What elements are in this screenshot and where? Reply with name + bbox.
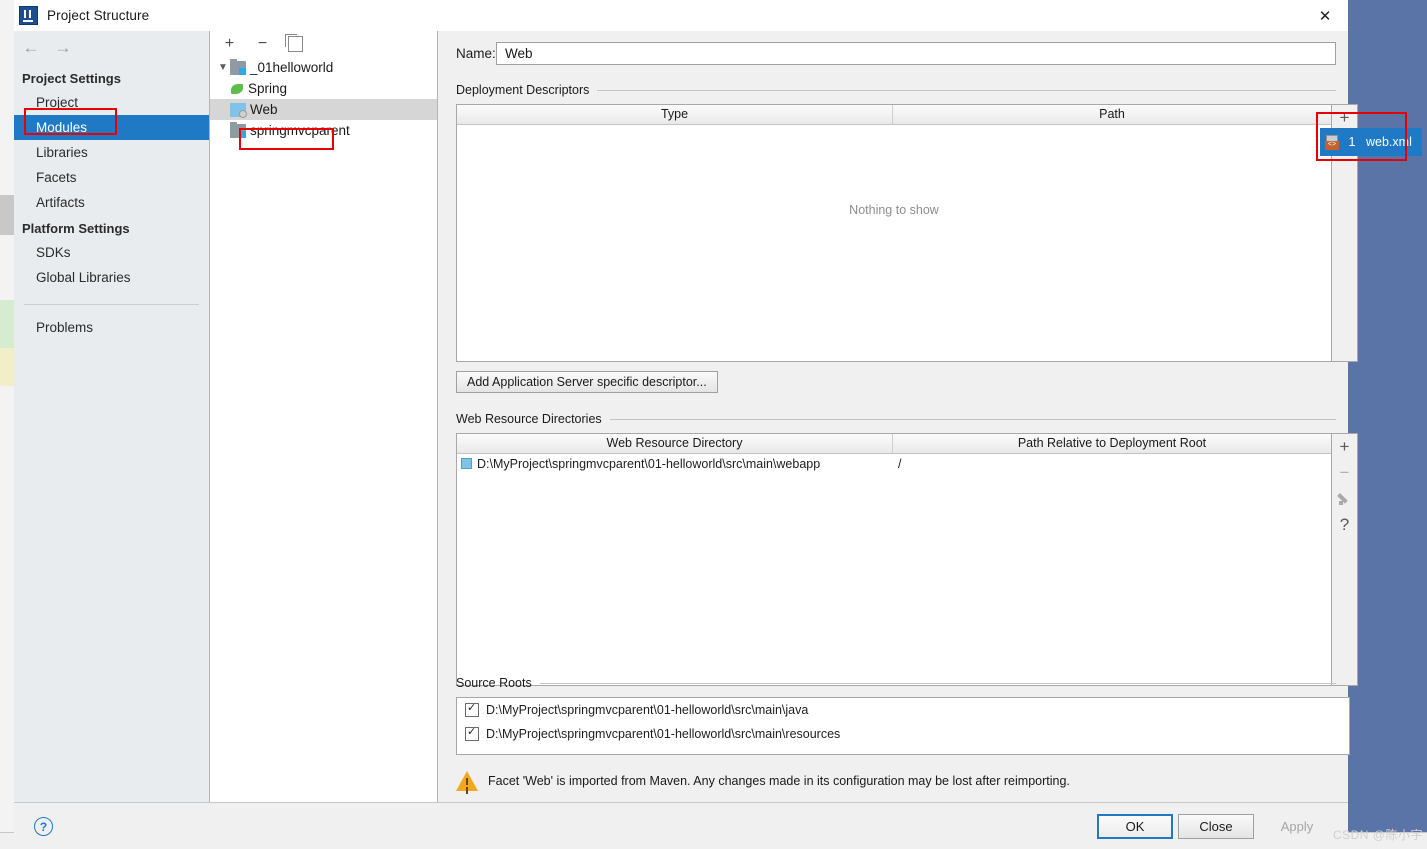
tree-node-01helloworld[interactable]: ▼ _01helloworld (210, 57, 437, 78)
sidebar-item-sdks[interactable]: SDKs (14, 240, 209, 265)
help-web-resource-button[interactable]: ? (1332, 512, 1358, 538)
tree-node-label: Web (250, 102, 278, 117)
name-label: Name: (456, 45, 496, 61)
sidebar-nav-arrows: ← → (14, 31, 209, 65)
checkbox-source-root-java[interactable] (465, 701, 479, 717)
remove-module-button[interactable]: − (255, 36, 270, 52)
section-divider (597, 89, 1336, 91)
column-header-path[interactable]: Path (893, 105, 1331, 124)
facet-web-settings-panel: Name: Web Deployment Descriptors Type Pa… (438, 31, 1358, 802)
chevron-down-icon[interactable]: ▼ (216, 62, 230, 73)
list-item[interactable]: D:\MyProject\springmvcparent\01-hellowor… (457, 722, 1349, 746)
empty-table-message: Nothing to show (849, 203, 939, 217)
forward-arrow-icon[interactable]: → (54, 38, 72, 58)
ide-gutter-marker-green (0, 300, 14, 348)
web-resource-directories-label: Web Resource Directories (456, 412, 602, 426)
pencil-icon (1338, 492, 1352, 506)
tree-node-label: Spring (248, 81, 288, 96)
table-row[interactable]: D:\MyProject\springmvcparent\01-hellowor… (457, 454, 1331, 473)
close-icon[interactable]: ✕ (1302, 0, 1348, 31)
remove-web-resource-button[interactable]: − (1332, 460, 1358, 486)
column-header-path-relative[interactable]: Path Relative to Deployment Root (893, 434, 1331, 453)
ide-gutter-marker-yellow (0, 348, 14, 386)
help-button[interactable]: ? (34, 817, 53, 836)
deployment-descriptors-section-header: Deployment Descriptors (456, 83, 1336, 97)
settings-sidebar: ← → Project Settings Project Modules Lib… (14, 31, 210, 802)
tree-node-spring[interactable]: Spring (210, 78, 437, 99)
table-header-row: Web Resource Directory Path Relative to … (457, 434, 1331, 454)
sidebar-item-libraries[interactable]: Libraries (14, 140, 209, 165)
sidebar-item-global-libraries[interactable]: Global Libraries (14, 265, 209, 290)
sidebar-group-project-settings: Project Settings (22, 71, 121, 86)
section-divider (609, 418, 1336, 420)
column-header-type[interactable]: Type (457, 105, 893, 124)
tree-node-label: _01helloworld (250, 60, 334, 75)
module-icon (230, 58, 246, 75)
sidebar-divider (24, 304, 199, 305)
web-resource-directories-section-header: Web Resource Directories (456, 412, 1336, 426)
intellij-idea-icon (19, 6, 38, 25)
add-application-server-descriptor-button[interactable]: Add Application Server specific descript… (456, 371, 718, 393)
ok-button[interactable]: OK (1097, 814, 1173, 839)
cell-path-relative: / (898, 456, 902, 471)
modules-tree-toolbar: + − (210, 31, 437, 57)
checkbox-source-root-resources[interactable] (465, 725, 479, 741)
web-resource-directories-side-toolbar: + − ? (1332, 433, 1358, 686)
tree-node-label: springmvcparent (250, 123, 350, 138)
column-header-web-resource-directory[interactable]: Web Resource Directory (457, 434, 893, 453)
module-icon (230, 121, 246, 138)
dialog-titlebar: Project Structure ✕ (14, 0, 1348, 31)
warning-text: Facet 'Web' is imported from Maven. Any … (488, 774, 1070, 788)
sidebar-item-modules[interactable]: Modules (14, 115, 209, 140)
cell-web-resource-directory: D:\MyProject\springmvcparent\01-hellowor… (477, 456, 821, 471)
add-module-button[interactable]: + (222, 36, 237, 52)
back-arrow-icon[interactable]: ← (22, 38, 40, 58)
project-structure-dialog: Project Structure ✕ ← → Project Settings… (14, 0, 1358, 849)
dialog-footer: ? OK Close Apply (14, 802, 1348, 849)
web-resource-directories-table: Web Resource Directory Path Relative to … (456, 433, 1332, 686)
tree-node-springmvcparent[interactable]: springmvcparent (210, 120, 437, 141)
modules-tree-panel: + − ▼ _01helloworld Spring Web springmvc… (210, 31, 438, 802)
desktop-background (1348, 0, 1427, 833)
web-facet-icon (230, 102, 247, 118)
maven-import-warning: Facet 'Web' is imported from Maven. Any … (456, 771, 1070, 791)
sidebar-item-project[interactable]: Project (14, 90, 209, 115)
sidebar-item-artifacts[interactable]: Artifacts (14, 190, 209, 215)
apply-button: Apply (1259, 814, 1335, 839)
sidebar-item-problems[interactable]: Problems (14, 315, 209, 340)
source-roots-list: D:\MyProject\springmvcparent\01-hellowor… (456, 697, 1350, 755)
ide-background-left (0, 0, 14, 849)
screen: Run Dependency Analyzer Project Structur… (0, 0, 1427, 849)
source-roots-label: Source Roots (456, 676, 532, 690)
source-roots-section-header: Source Roots (456, 676, 1336, 690)
source-root-path: D:\MyProject\springmvcparent\01-hellowor… (486, 727, 841, 741)
add-web-resource-button[interactable]: + (1332, 434, 1358, 460)
popup-item-number: 1 (1348, 135, 1356, 149)
deployment-descriptors-table: Type Path Nothing to show (456, 104, 1332, 362)
section-divider (539, 682, 1336, 684)
sidebar-item-facets[interactable]: Facets (14, 165, 209, 190)
watermark: CSDN @陈小宇 (1332, 828, 1423, 842)
xml-file-icon (1325, 134, 1342, 150)
table-header-row: Type Path (457, 105, 1331, 125)
cancel-button[interactable]: Close (1178, 814, 1254, 839)
dialog-title: Project Structure (47, 8, 150, 23)
tree-node-web[interactable]: Web (210, 99, 437, 120)
deployment-descriptors-label: Deployment Descriptors (456, 83, 590, 97)
spring-leaf-icon (230, 82, 244, 96)
sidebar-group-platform-settings: Platform Settings (22, 221, 130, 236)
ide-gutter-marker-gray (0, 195, 14, 235)
list-item[interactable]: D:\MyProject\springmvcparent\01-hellowor… (457, 698, 1349, 722)
source-root-path: D:\MyProject\springmvcparent\01-hellowor… (486, 703, 809, 717)
descriptor-popup-menu-item-web-xml[interactable]: 1 web.xml (1320, 128, 1422, 156)
name-row: Name: Web (456, 41, 1336, 65)
edit-web-resource-button[interactable] (1332, 486, 1358, 512)
copy-icon[interactable] (285, 34, 303, 52)
popup-item-label: web.xml (1366, 135, 1412, 149)
name-input[interactable]: Web (496, 41, 1336, 65)
warning-triangle-icon (456, 771, 478, 791)
folder-icon (461, 458, 472, 469)
